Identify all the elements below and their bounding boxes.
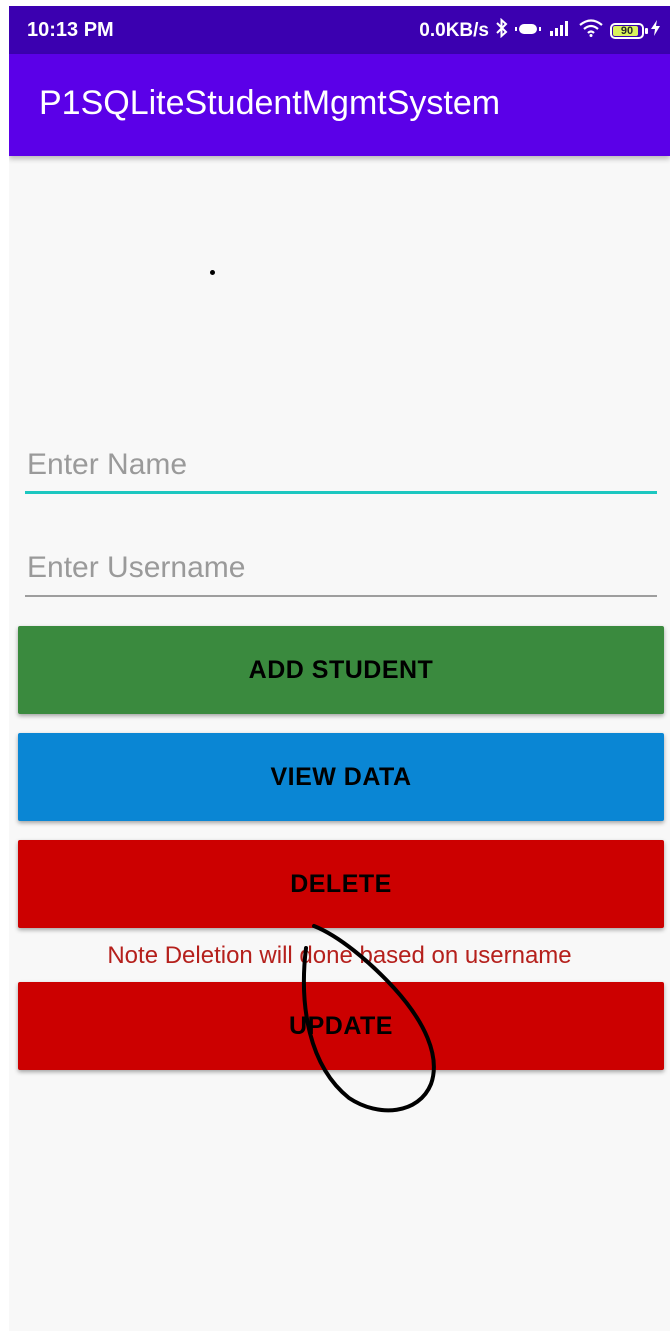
- app-screen: 10:13 PM 0.0KB/s 90 P1SQLiteStudentMgmtS…: [9, 6, 670, 1331]
- name-input[interactable]: [25, 440, 659, 490]
- username-field: [25, 543, 659, 597]
- stray-dot: [210, 270, 215, 275]
- update-button[interactable]: UPDATE: [18, 982, 664, 1070]
- deletion-note: Note Deletion will done based on usernam…: [107, 942, 572, 969]
- battery-icon: 90: [610, 23, 648, 39]
- username-input-underline: [25, 595, 657, 597]
- battery-level: 90: [620, 25, 634, 37]
- name-input-underline: [25, 491, 657, 494]
- view-data-button[interactable]: VIEW DATA: [18, 733, 664, 821]
- status-time: 10:13 PM: [27, 19, 114, 41]
- status-bar: 10:13 PM 0.0KB/s 90: [9, 6, 670, 54]
- bluetooth-icon: [496, 17, 508, 44]
- delete-button[interactable]: DELETE: [18, 840, 664, 928]
- vibrate-icon: [515, 20, 541, 42]
- add-student-button[interactable]: ADD STUDENT: [18, 626, 664, 714]
- name-field: [25, 440, 659, 494]
- app-title: P1SQLiteStudentMgmtSystem: [39, 84, 501, 122]
- app-bar: P1SQLiteStudentMgmtSystem: [9, 54, 670, 156]
- wifi-icon: [579, 19, 603, 43]
- network-speed: 0.0KB/s: [419, 20, 489, 41]
- charging-icon: [651, 20, 660, 42]
- status-icons: 0.0KB/s 90: [419, 17, 660, 44]
- username-input[interactable]: [25, 543, 659, 593]
- signal-icon: [548, 20, 572, 42]
